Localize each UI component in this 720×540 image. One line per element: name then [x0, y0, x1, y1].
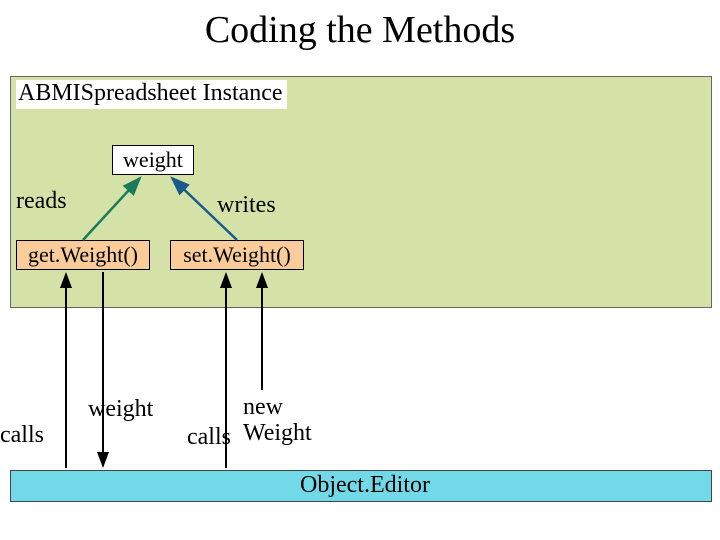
object-editor-label: Object.Editor [300, 472, 430, 499]
slide-title: Coding the Methods [0, 8, 720, 52]
writes-label: writes [217, 192, 276, 219]
reads-label: reads [16, 188, 67, 215]
new-weight-line1: new [243, 394, 283, 420]
get-weight-box: get.Weight() [16, 240, 150, 270]
new-weight-label: new Weight [243, 394, 312, 447]
weight-field-box: weight [112, 145, 194, 175]
slide: Coding the Methods ABMISpreadsheet Insta… [0, 0, 720, 540]
instance-box [10, 76, 712, 308]
new-weight-line2: Weight [243, 420, 312, 446]
set-weight-box: set.Weight() [170, 240, 304, 270]
instance-label: ABMISpreadsheet Instance [16, 80, 287, 109]
calls-label-left: calls [0, 422, 44, 449]
return-weight-label: weight [88, 396, 153, 423]
calls-label-mid: calls [187, 424, 231, 451]
